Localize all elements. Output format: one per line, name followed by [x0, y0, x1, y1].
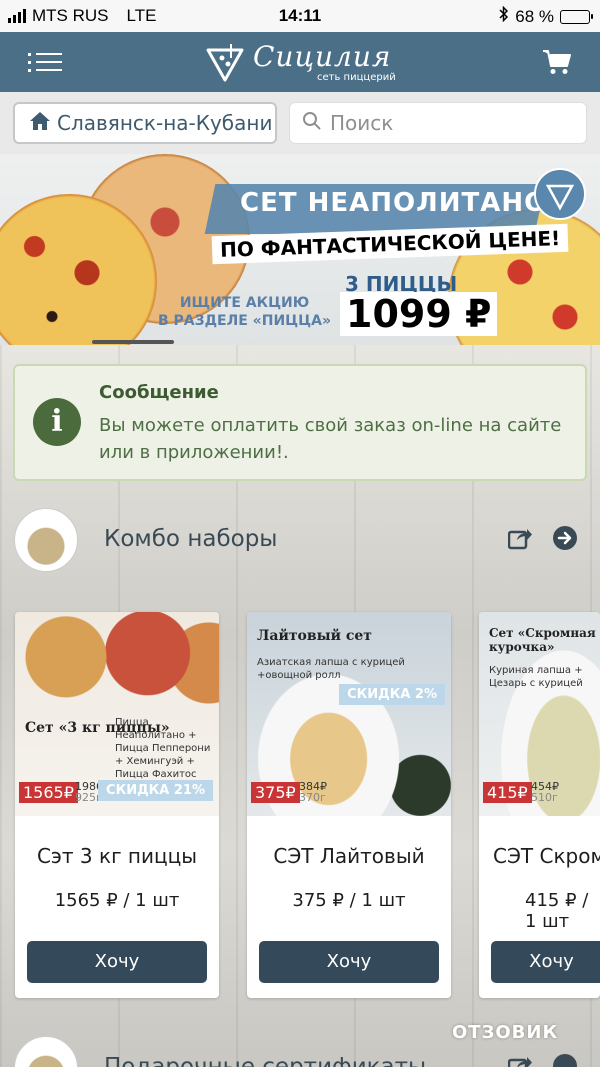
want-button[interactable]: Хочу — [259, 941, 439, 983]
promo-banner[interactable]: СЕТ НЕАПОЛИТАНО ПО ФАНТАСТИЧЕСКОЙ ЦЕНЕ! … — [0, 154, 600, 345]
discount-badge: СКИДКА 21% — [98, 780, 213, 801]
banner-note-line2: В РАЗДЕЛЕ «ПИЦЦА» — [158, 313, 332, 329]
promo-subtitle: Пицца Неаполитано + Пицца Пепперони + Хе… — [115, 717, 211, 780]
promo-subtitle: Азиатская лапша с курицей +овощной ролл — [257, 657, 405, 681]
section-title: Комбо наборы — [104, 526, 278, 552]
search-input[interactable] — [330, 111, 570, 135]
section-title: Подарочные сертификаты — [104, 1054, 427, 1067]
hamburger-menu-icon[interactable] — [28, 50, 62, 74]
banner-note: ИЩИТЕ АКЦИЮ В РАЗДЕЛЕ «ПИЦЦА» — [158, 294, 331, 330]
product-price: 1565 ₽ / 1 шт — [54, 890, 180, 911]
logo-name: Сицилия — [253, 40, 392, 73]
want-button[interactable]: Хочу — [27, 941, 207, 983]
weight-value: 370г — [299, 791, 326, 804]
logo-tagline: сеть пиццерий — [317, 72, 396, 83]
search-row: Славянск-на-Кубани — [0, 92, 600, 154]
section-header-combo[interactable]: Комбо наборы — [0, 508, 600, 572]
promo-new-price: 1565₽ — [19, 782, 78, 803]
banner-logo-badge-icon — [534, 168, 586, 220]
arrow-right-icon[interactable] — [553, 526, 577, 550]
arrow-right-icon[interactable] — [553, 1054, 577, 1067]
banner-note-line1: ИЩИТЕ АКЦИЮ — [179, 295, 310, 311]
product-image: Сет «Скромная курочка» Куриная лапша + Ц… — [479, 612, 600, 816]
product-price: 375 ₽ / 1 шт — [292, 890, 406, 911]
product-card[interactable]: Сет «Скромная курочка» Куриная лапша + Ц… — [479, 612, 600, 998]
watermark: ОТЗОВИК — [452, 1022, 559, 1043]
city-selector-button[interactable]: Славянск-на-Кубани — [13, 102, 277, 144]
promo-title: Сет «Скромная курочка» — [489, 626, 596, 654]
pizza-slice-logo-icon — [206, 44, 244, 82]
promo-title: Лайтовый сет — [257, 628, 372, 644]
app-header: Сицилия сеть пиццерий — [0, 32, 600, 92]
product-name: СЭТ Скромная курочка — [493, 844, 600, 868]
share-icon[interactable] — [507, 1054, 532, 1067]
home-icon — [29, 111, 51, 136]
product-image: Сет «3 кг пиццы» Пицца Неаполитано + Пиц… — [15, 612, 219, 816]
message-title: Сообщение — [99, 382, 219, 403]
promo-new-price: 375₽ — [251, 782, 300, 803]
product-name: СЭТ Лайтовый — [273, 844, 425, 868]
bluetooth-icon — [499, 5, 509, 27]
city-label: Славянск-на-Кубани — [57, 111, 273, 135]
product-image: Лайтовый сет Азиатская лапша с курицей +… — [247, 612, 451, 816]
promo-old-price: 384₽ 370г — [299, 781, 327, 803]
promo-old-price: 454₽ 510г — [531, 781, 559, 803]
cart-icon[interactable] — [542, 48, 572, 76]
search-icon — [302, 111, 322, 135]
message-box: i Сообщение Вы можете оплатить свой зака… — [13, 364, 587, 481]
share-icon[interactable] — [507, 526, 532, 550]
status-right: 68 % — [499, 5, 593, 27]
product-price: 415 ₽ / 1 шт — [525, 890, 589, 932]
product-card[interactable]: Сет «3 кг пиццы» Пицца Неаполитано + Пиц… — [15, 612, 219, 998]
banner-headline: СЕТ НЕАПОЛИТАНО — [240, 188, 548, 218]
search-box — [289, 102, 587, 144]
section-thumbnail — [14, 1036, 78, 1067]
status-bar: MTS RUS LTE 14:11 68 % — [0, 0, 600, 32]
section-thumbnail — [14, 508, 78, 572]
discount-badge: СКИДКА 2% — [339, 684, 445, 705]
banner-price: 1099 ₽ — [340, 292, 498, 336]
product-name: Сэт 3 кг пиццы — [36, 844, 198, 868]
battery-percent: 68 % — [515, 6, 554, 26]
message-text: Вы можете оплатить свой заказ on-line на… — [99, 415, 562, 463]
info-icon: i — [33, 398, 81, 446]
weight-value: 510г — [531, 791, 558, 804]
product-card[interactable]: Лайтовый сет Азиатская лапша с курицей +… — [247, 612, 451, 998]
carousel-indicator — [92, 340, 174, 344]
logo[interactable]: Сицилия сеть пиццерий — [205, 38, 400, 88]
want-button[interactable]: Хочу — [491, 941, 600, 983]
promo-new-price: 415₽ — [483, 782, 532, 803]
promo-subtitle: Куриная лапша + Цезарь с курицей — [489, 665, 583, 689]
battery-icon — [560, 9, 593, 24]
